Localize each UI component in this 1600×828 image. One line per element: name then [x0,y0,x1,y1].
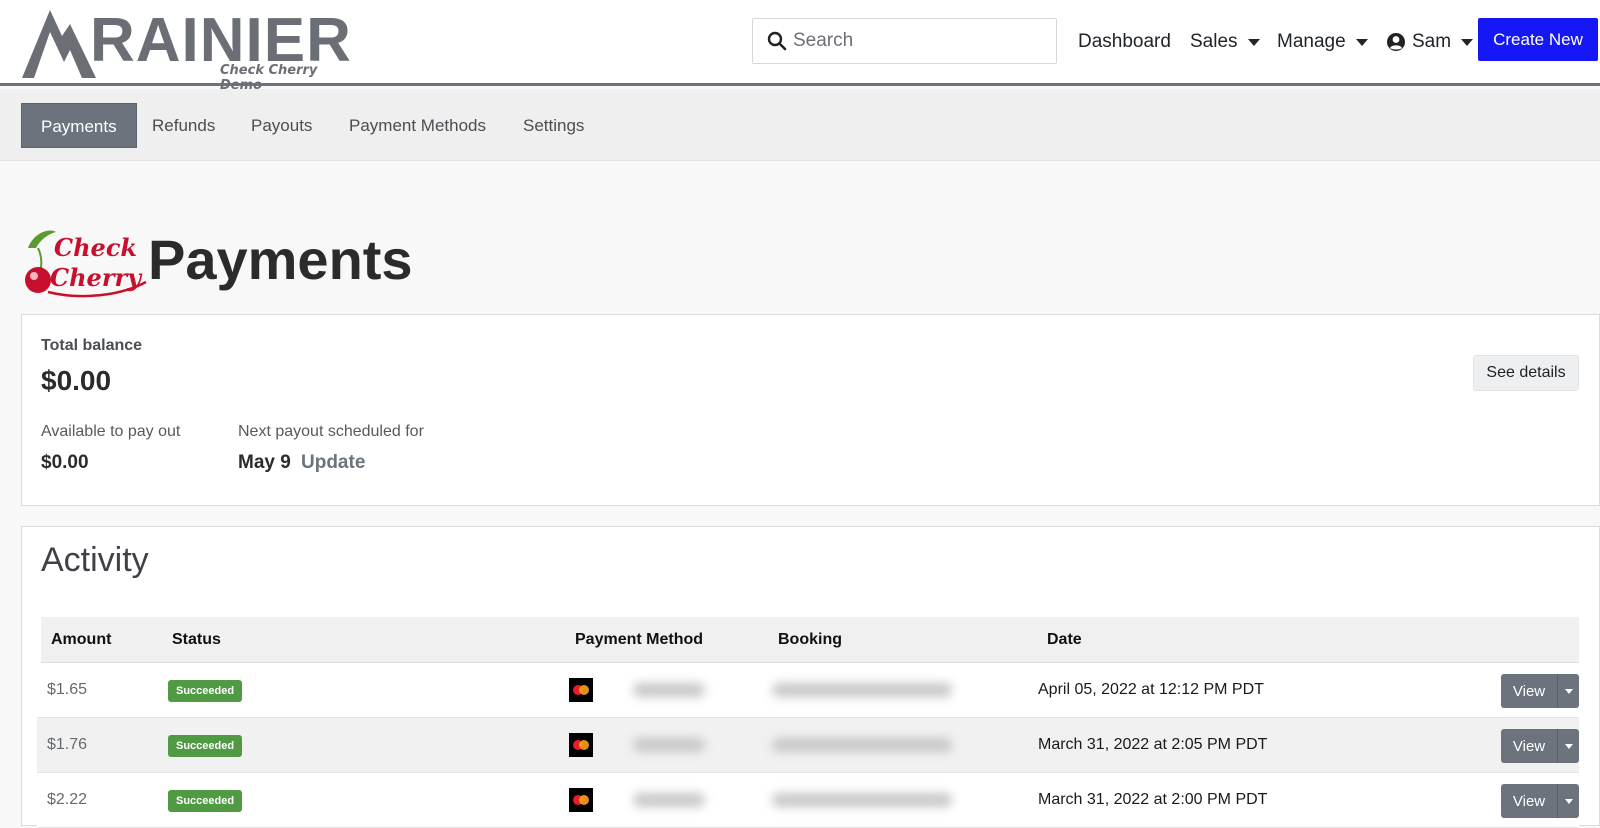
view-button-group: View [1501,674,1579,708]
available-payout-value: $0.00 [41,452,89,473]
logo-check-text: Check [54,233,137,262]
row-date: March 31, 2022 at 2:05 PM PDT [1038,736,1268,753]
chevron-down-icon [1564,798,1573,804]
nav-manage-label: Manage [1277,31,1346,52]
redacted-card-number [633,793,705,807]
column-header-date: Date [1047,631,1082,648]
view-button-group: View [1501,784,1579,818]
brand-logo[interactable]: RAINIER Check Cherry Demo [20,6,360,93]
nav-dashboard[interactable]: Dashboard [1078,30,1171,54]
tab-payouts[interactable]: Payouts [232,103,331,148]
create-new-button[interactable]: Create New [1478,18,1598,61]
column-header-amount: Amount [51,631,112,648]
view-dropdown-toggle[interactable] [1557,674,1579,708]
row-amount: $2.22 [47,791,88,808]
chevron-down-icon [1564,743,1573,749]
tab-payment-methods[interactable]: Payment Methods [330,103,505,148]
logo-cherry-text: Cherry [50,263,143,292]
view-button[interactable]: View [1501,674,1557,708]
row-date: March 31, 2022 at 2:00 PM PDT [1038,791,1268,808]
table-row[interactable]: $2.22 Succeeded March 31, 2022 at 2:00 P… [37,773,1579,828]
column-header-status: Status [172,631,221,648]
status-badge: Succeeded [168,680,243,702]
balance-card: Total balance $0.00 Available to pay out… [21,314,1600,506]
activity-card: Activity Amount Status Payment Method Bo… [21,526,1600,828]
search-box[interactable] [752,18,1057,64]
top-navbar: RAINIER Check Cherry Demo Dashboard Sale… [0,0,1600,93]
view-button[interactable]: View [1501,729,1557,763]
activity-table-header: Amount Status Payment Method Booking Dat… [41,617,1579,663]
nav-sales-dropdown[interactable]: Sales [1190,30,1260,54]
search-input[interactable] [793,30,1043,52]
tab-payments[interactable]: Payments [21,103,137,148]
view-dropdown-toggle[interactable] [1557,784,1579,818]
payments-subnav: Payments Refunds Payouts Payment Methods… [0,89,1600,161]
redacted-booking-link[interactable] [772,793,952,807]
page-title: Payments [148,228,413,291]
view-dropdown-toggle[interactable] [1557,729,1579,763]
redacted-card-number [633,738,705,752]
total-balance-label: Total balance [41,337,143,354]
row-amount: $1.65 [47,681,88,698]
table-row[interactable]: $1.65 Succeeded April 05, 2022 at 12:12 … [37,663,1579,718]
redacted-card-number [633,683,705,697]
view-button-group: View [1501,729,1579,763]
total-balance-value: $0.00 [41,365,112,396]
available-payout-label: Available to pay out [41,423,181,440]
status-badge: Succeeded [168,735,243,757]
tab-settings[interactable]: Settings [504,103,603,148]
nav-dashboard-label: Dashboard [1078,31,1171,52]
column-header-payment-method: Payment Method [575,631,704,648]
nav-manage-dropdown[interactable]: Manage [1277,30,1368,54]
chevron-down-icon [1355,38,1368,46]
redacted-booking-link[interactable] [772,738,952,752]
row-amount: $1.76 [47,736,88,753]
nav-user-label: Sam [1412,31,1452,52]
update-payout-link[interactable]: Update [301,452,365,474]
check-cherry-logo-icon: Check Cherry [25,230,147,298]
chevron-down-icon [1564,688,1573,694]
table-row[interactable]: $1.76 Succeeded March 31, 2022 at 2:05 P… [37,718,1579,773]
redacted-booking-link[interactable] [772,683,952,697]
see-details-button[interactable]: See details [1473,355,1579,391]
view-button[interactable]: View [1501,784,1557,818]
chevron-down-icon [1461,38,1474,46]
mountain-logo-icon [22,10,96,78]
row-date: April 05, 2022 at 12:12 PM PDT [1038,681,1264,698]
mastercard-icon [569,733,593,757]
status-badge: Succeeded [168,790,243,812]
mastercard-icon [569,678,593,702]
next-payout-date: May 9 [238,452,291,473]
chevron-down-icon [1247,38,1260,46]
activity-title: Activity [41,541,149,579]
next-payout-label: Next payout scheduled for [238,423,424,440]
mastercard-icon [569,788,593,812]
column-header-booking: Booking [778,631,842,648]
nav-sales-label: Sales [1190,31,1238,52]
tab-refunds[interactable]: Refunds [133,103,234,148]
search-icon [767,31,787,51]
nav-user-dropdown[interactable]: Sam [1386,30,1474,54]
user-circle-icon [1387,33,1405,51]
